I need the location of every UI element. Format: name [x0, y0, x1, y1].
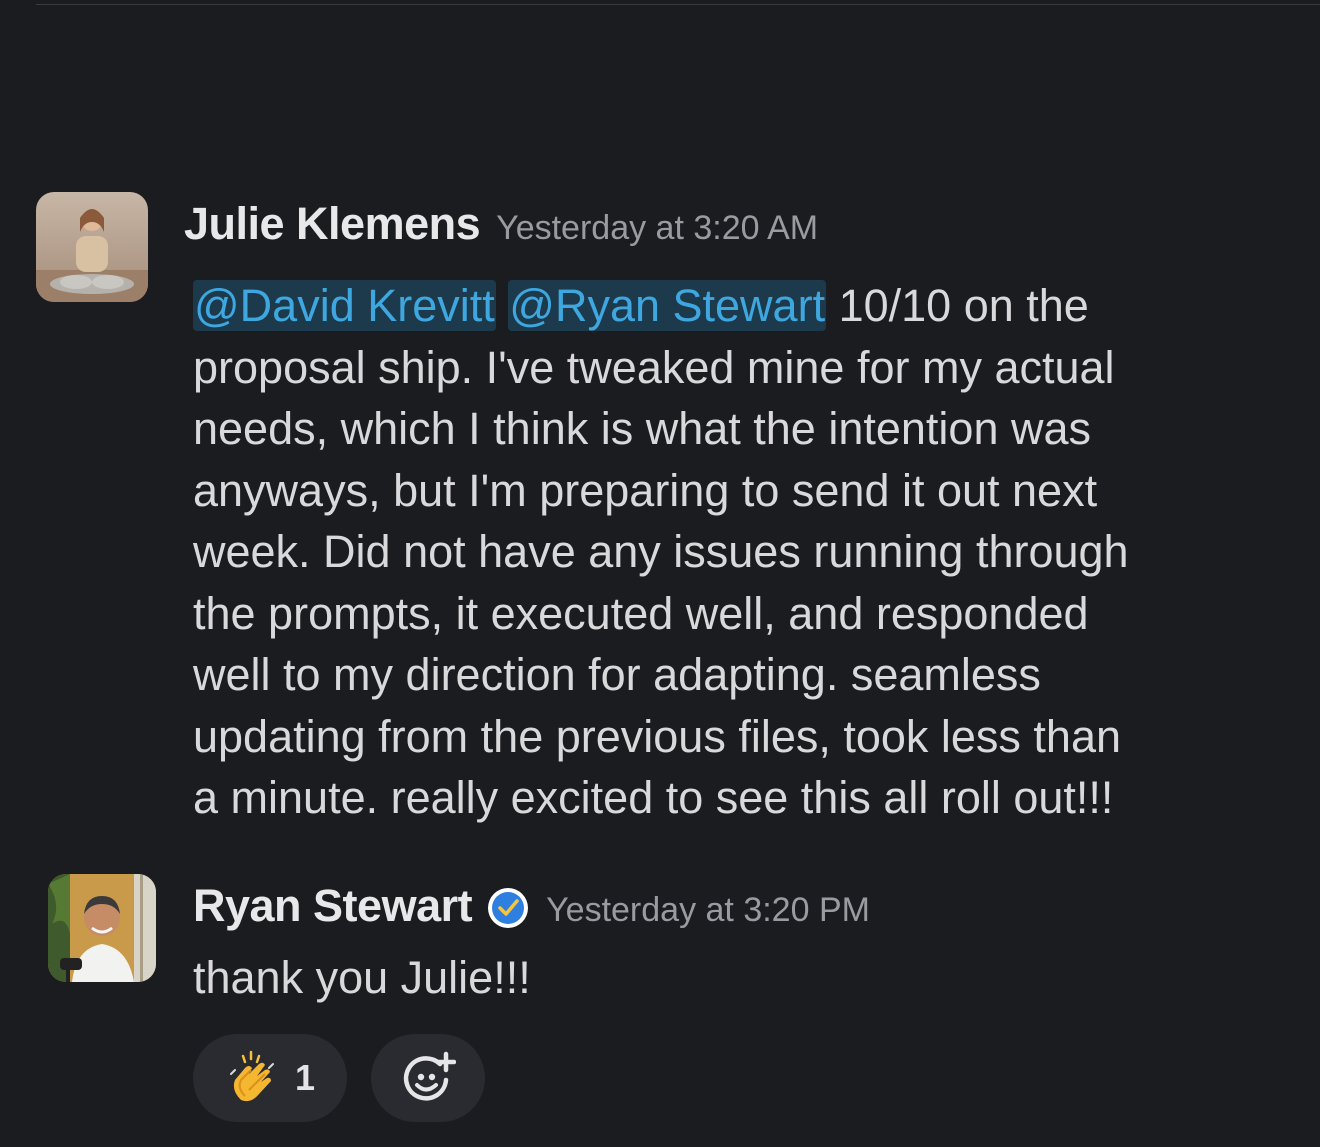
mention-david-krevitt[interactable]: @David Krevitt — [193, 280, 496, 331]
message-line: 10/10 on the — [826, 280, 1089, 331]
message-line: a minute. really excited to see this all… — [193, 772, 1114, 823]
message-line: week. Did not have any issues running th… — [193, 526, 1129, 577]
mention-ryan-stewart[interactable]: @Ryan Stewart — [508, 280, 827, 331]
timestamp[interactable]: Yesterday at 3:20 PM — [546, 891, 870, 930]
reaction-clapping-hands[interactable]: 1 — [193, 1034, 347, 1122]
message-line: anyways, but I'm preparing to send it ou… — [193, 464, 1098, 516]
author-name[interactable]: Julie Klemens — [184, 198, 481, 250]
message-header: Ryan Stewart Yesterday at 3:20 PM — [193, 880, 870, 932]
message-header: Julie Klemens Yesterday at 3:20 AM — [184, 198, 818, 250]
message-line: well to my direction for adapting. seaml… — [193, 649, 1041, 700]
avatar[interactable] — [36, 192, 148, 302]
message-line: the prompts, it executed well, and respo… — [193, 587, 1089, 639]
avatar-julie-image — [36, 192, 148, 302]
avatar-ryan-image — [48, 874, 156, 982]
reactions-bar: 1 — [193, 1034, 485, 1122]
message-body: @David Krevitt @Ryan Stewart 10/10 on th… — [193, 275, 1129, 829]
verified-badge-icon — [486, 886, 530, 930]
message-line: proposal ship. I've tweaked mine for my … — [193, 341, 1115, 393]
top-divider — [36, 4, 1320, 5]
add-reaction-icon — [400, 1050, 457, 1106]
author-name[interactable]: Ryan Stewart — [193, 880, 473, 932]
message-line: updating from the previous files, took l… — [193, 710, 1122, 762]
avatar[interactable] — [48, 874, 156, 982]
timestamp[interactable]: Yesterday at 3:20 AM — [496, 209, 818, 248]
message-body: thank you Julie!!! — [193, 952, 531, 1003]
message-line: needs, which I think is what the intenti… — [193, 403, 1092, 454]
clapping-hands-icon — [225, 1050, 281, 1106]
add-reaction-button[interactable] — [371, 1034, 485, 1122]
reaction-count: 1 — [294, 1057, 316, 1098]
